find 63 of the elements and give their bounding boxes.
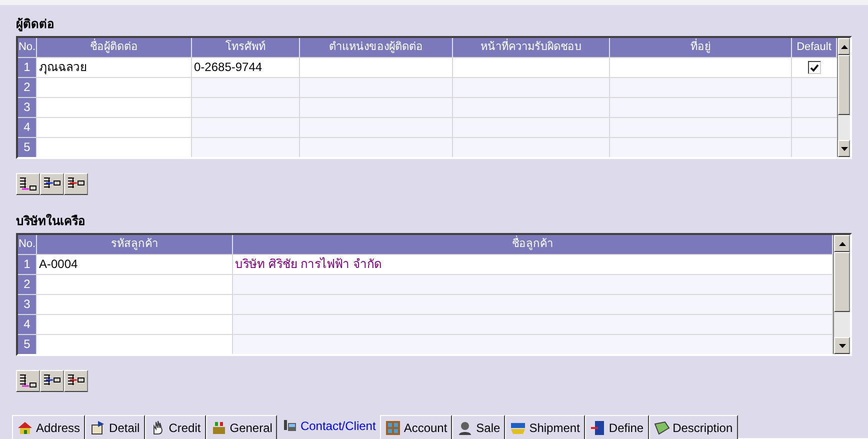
row-number: 4 bbox=[18, 315, 37, 334]
table-cell: 0-2685-9744 bbox=[192, 58, 300, 77]
scrollbar[interactable] bbox=[833, 235, 850, 354]
check-icon bbox=[810, 64, 819, 72]
row-number: 2 bbox=[18, 78, 37, 97]
tab[interactable]: Shipment bbox=[505, 415, 585, 439]
tab[interactable]: Address bbox=[12, 415, 86, 439]
append-row-icon bbox=[19, 374, 37, 388]
column-header: ตำแหน่งของผู้ติดต่อ bbox=[300, 38, 453, 57]
scroll-down-icon bbox=[840, 146, 848, 150]
row-number: 3 bbox=[18, 98, 37, 117]
tag-icon bbox=[654, 420, 670, 436]
insert-row-icon bbox=[43, 374, 61, 388]
tab[interactable]: General bbox=[206, 415, 278, 439]
scroll-up-icon bbox=[840, 44, 848, 48]
section-title: บริษัทในเครือ bbox=[16, 212, 85, 230]
house-icon bbox=[17, 420, 33, 436]
column-header: หน้าที่ความรับผิดชอบ bbox=[453, 38, 610, 57]
box-icon bbox=[210, 420, 227, 436]
tab[interactable]: Account bbox=[380, 415, 452, 439]
table-cell bbox=[792, 98, 837, 117]
append-row-button[interactable] bbox=[16, 173, 40, 195]
row-number: 5 bbox=[18, 138, 37, 157]
row-number: 3 bbox=[18, 295, 37, 314]
grid-icon bbox=[384, 420, 401, 436]
scroll-up-icon bbox=[838, 242, 846, 246]
column-header: ชื่อผู้ติดต่อ bbox=[37, 38, 192, 57]
delete-row-icon bbox=[67, 374, 85, 388]
delete-row-button[interactable] bbox=[64, 370, 88, 392]
tab[interactable]: Define bbox=[584, 415, 649, 439]
telephone-icon bbox=[281, 418, 298, 434]
list-icon bbox=[590, 420, 606, 436]
section-title: ผู้ติดต่อ bbox=[16, 16, 54, 33]
row-number: 4 bbox=[18, 118, 37, 137]
scrollbar[interactable] bbox=[837, 38, 850, 157]
column-header: รหัสลูกค้า bbox=[37, 235, 233, 254]
row-number: 5 bbox=[18, 335, 37, 354]
row-number: 2 bbox=[18, 275, 37, 294]
column-header: โทรศัพท์ bbox=[192, 38, 300, 57]
insert-row-icon bbox=[43, 177, 61, 191]
person-icon bbox=[457, 420, 474, 436]
tab[interactable]: Credit bbox=[144, 415, 206, 439]
tab[interactable]: Detail bbox=[85, 415, 145, 439]
append-row-button[interactable] bbox=[16, 370, 40, 392]
insert-row-button[interactable] bbox=[40, 173, 64, 195]
tab[interactable]: Description bbox=[648, 415, 738, 439]
row-number: 1 bbox=[18, 255, 37, 274]
house-flag-icon bbox=[90, 420, 106, 436]
tab[interactable]: Sale bbox=[452, 415, 506, 439]
table-cell: ฦุณฉลวย bbox=[37, 58, 192, 77]
column-header: No. bbox=[18, 38, 37, 57]
column-header: ที่อยู่ bbox=[610, 38, 792, 57]
row-number: 1 bbox=[18, 58, 37, 77]
table-cell: บริษัท ศิริชัย การไฟฟ้า จำกัด bbox=[233, 255, 833, 274]
append-row-icon bbox=[19, 177, 37, 191]
column-header: No. bbox=[18, 235, 37, 254]
table-cell bbox=[792, 118, 837, 137]
delete-row-button[interactable] bbox=[64, 173, 88, 195]
table-cell: A-0004 bbox=[37, 255, 233, 274]
delete-row-icon bbox=[67, 177, 85, 191]
scroll-down-icon bbox=[838, 344, 846, 348]
insert-row-button[interactable] bbox=[40, 370, 64, 392]
default-checkbox[interactable] bbox=[808, 61, 821, 74]
